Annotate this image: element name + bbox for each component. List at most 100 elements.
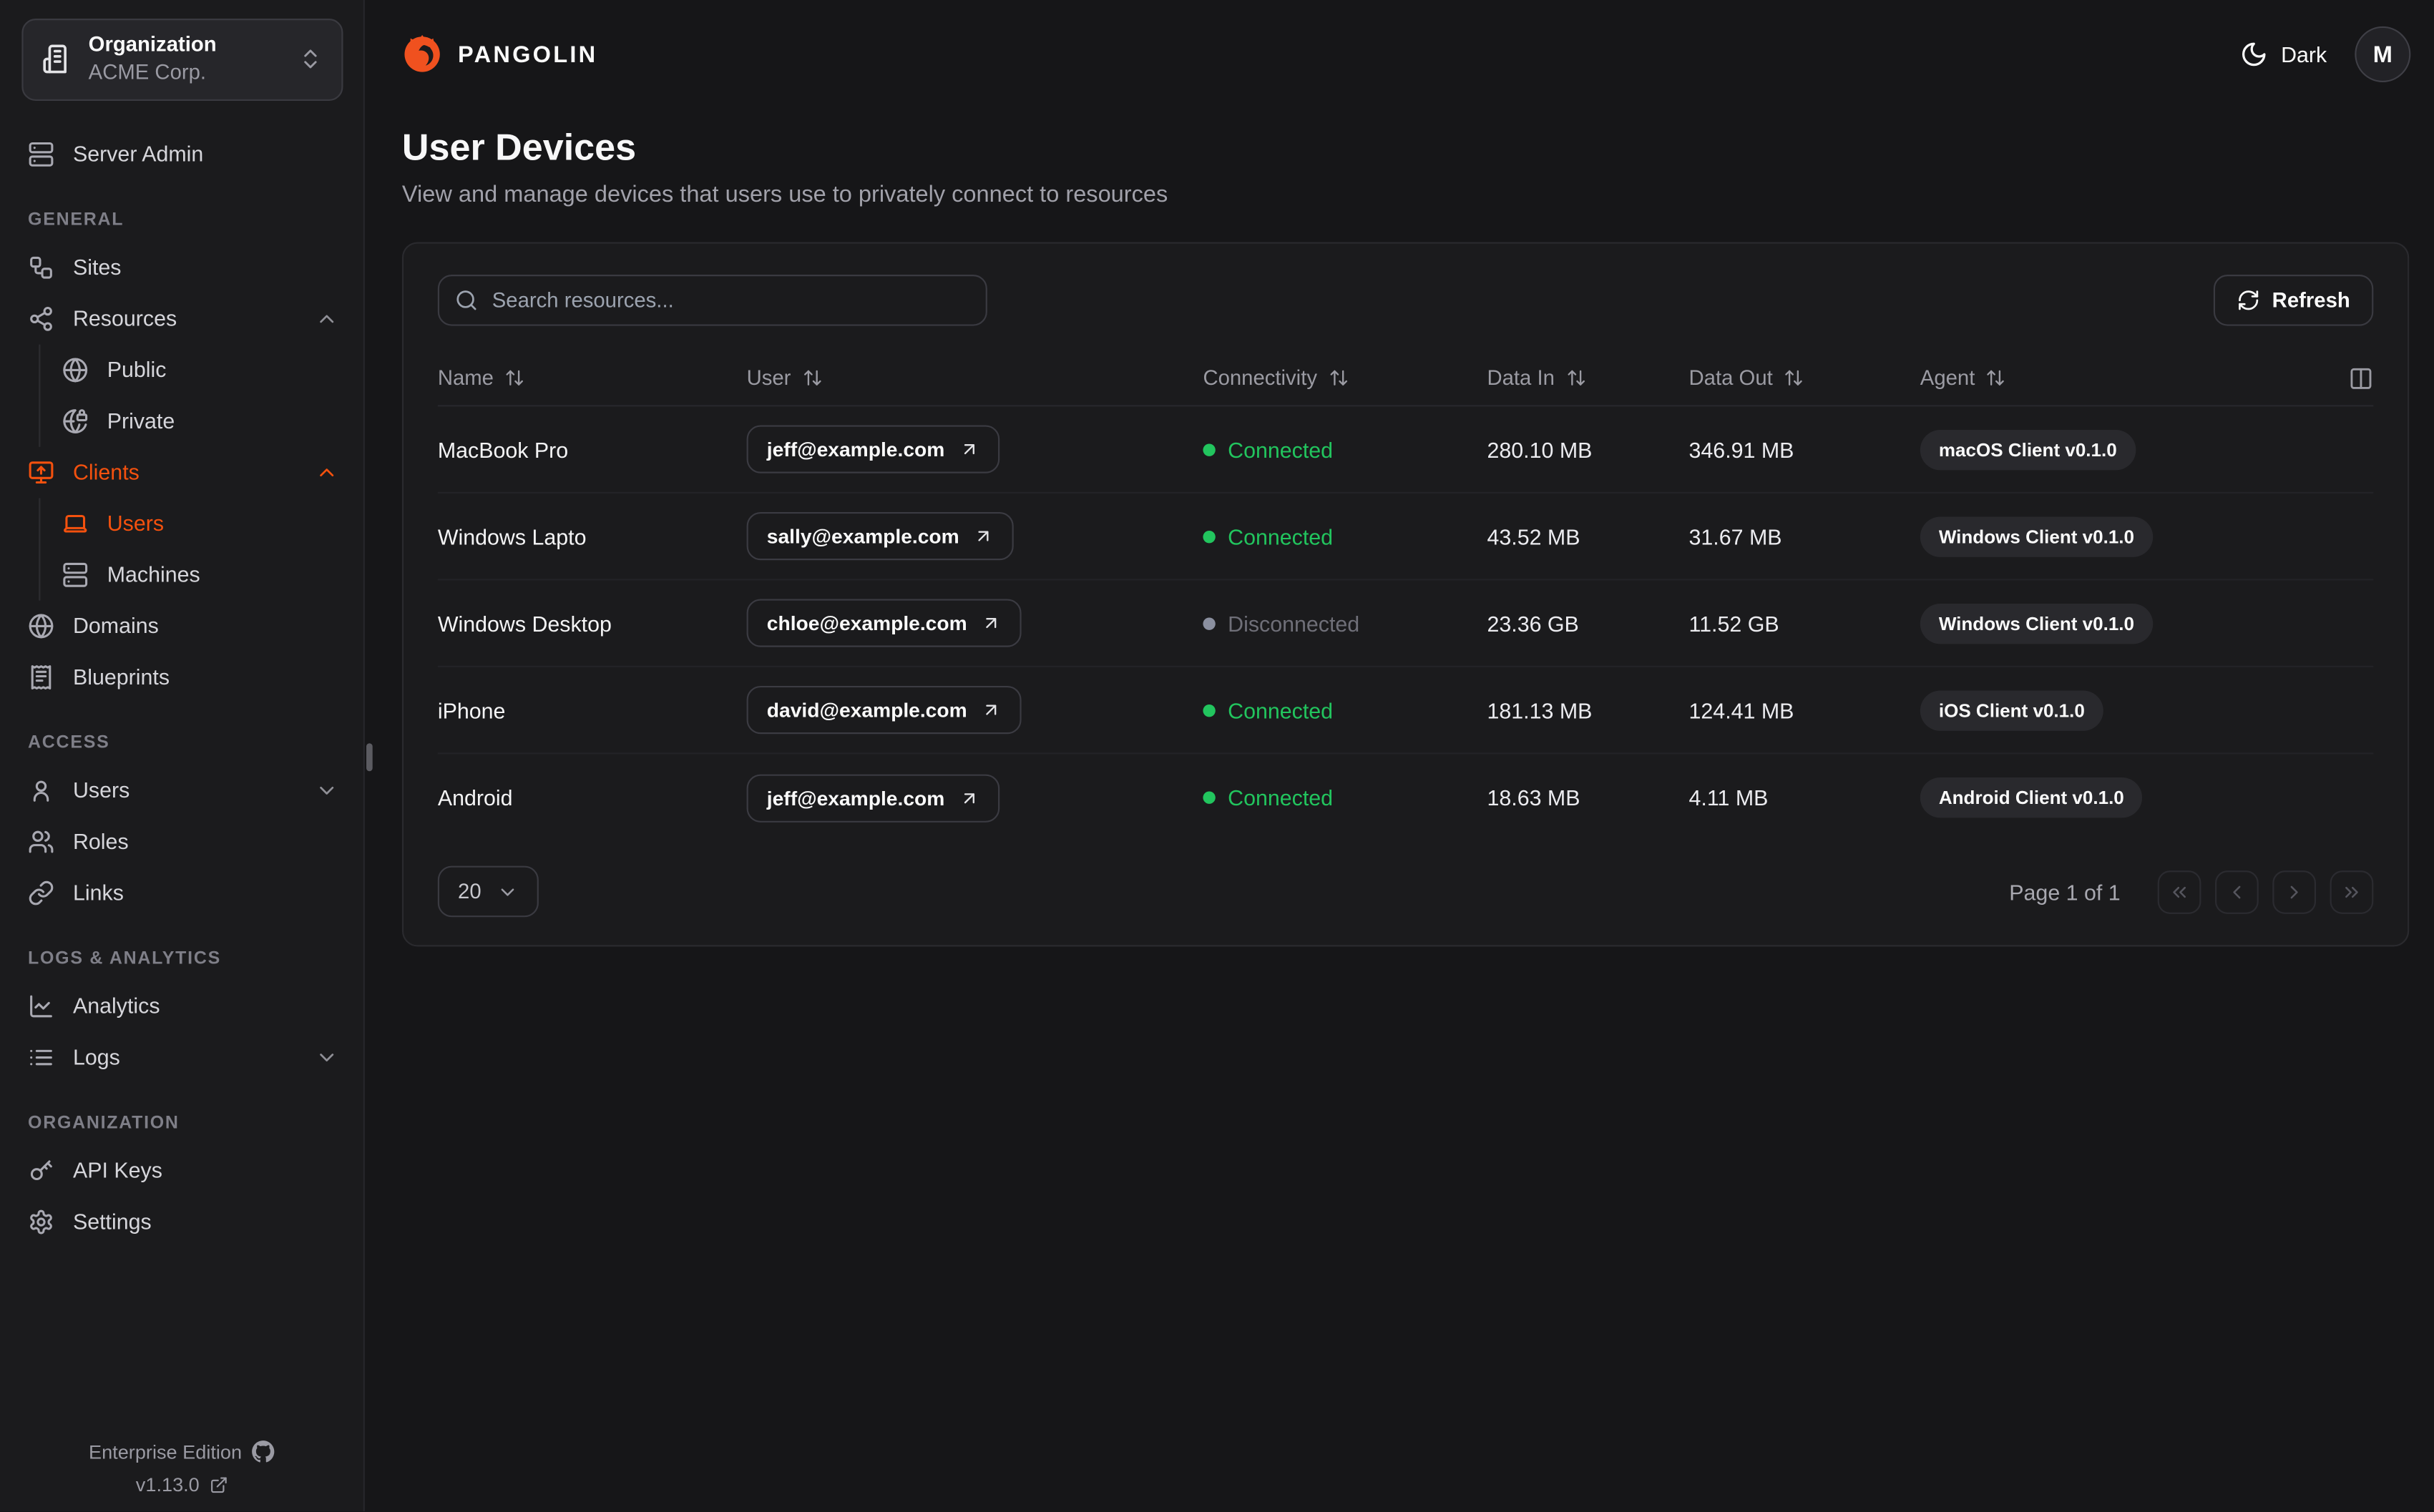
building-icon <box>42 44 73 75</box>
connectivity-status: Disconnected <box>1203 611 1487 635</box>
status-dot-icon <box>1203 443 1216 456</box>
column-visibility-button[interactable] <box>2349 365 2374 391</box>
sidebar-section-heading: GENERAL <box>28 210 124 230</box>
data-in-value: 43.52 MB <box>1487 524 1580 549</box>
logs-icon <box>28 1044 54 1071</box>
sidebar-item-roles[interactable]: Roles <box>0 816 363 868</box>
sidebar-item-label: Roles <box>72 829 129 854</box>
user-link[interactable]: sally@example.com <box>746 511 1014 561</box>
first-page-button[interactable] <box>2157 870 2201 913</box>
app-window: Organization ACME Corp. Server Admin GENE… <box>0 0 2434 1512</box>
sidebar-item-api-keys[interactable]: API Keys <box>0 1145 363 1197</box>
refresh-button[interactable]: Refresh <box>2213 275 2374 326</box>
devices-table: Name User Connectivity Data In Data Out Agent… <box>437 350 2374 841</box>
user-email: jeff@example.com <box>766 437 945 461</box>
sidebar-section-heading: ACCESS <box>28 733 110 752</box>
topbar: PANGOLIN Dark M <box>365 0 2434 109</box>
chevron-left-icon <box>2226 880 2247 902</box>
user-link[interactable]: jeff@example.com <box>746 425 999 473</box>
sidebar-subgroup: Users Machines <box>39 497 363 601</box>
device-name: iPhone <box>437 697 506 722</box>
column-header-label: Data In <box>1487 366 1555 390</box>
arrow-up-right-icon <box>981 613 1001 633</box>
page-size-select[interactable]: 20 <box>437 865 539 918</box>
sidebar-subgroup: Public Private <box>39 344 363 447</box>
version-label: v1.13.0 <box>135 1474 200 1496</box>
last-page-button[interactable] <box>2330 870 2374 913</box>
sidebar-item-users[interactable]: Users <box>40 498 363 549</box>
next-page-button[interactable] <box>2272 870 2317 913</box>
column-header-data_in[interactable]: Data In <box>1487 366 1688 390</box>
previous-page-button[interactable] <box>2215 870 2259 913</box>
page-size-value: 20 <box>458 880 482 903</box>
sidebar-item-machines[interactable]: Machines <box>40 549 363 600</box>
sidebar-section: ORGANIZATION API Keys Settings <box>0 1108 363 1247</box>
column-header-name[interactable]: Name <box>438 366 747 390</box>
github-icon[interactable] <box>251 1440 275 1463</box>
status-dot-icon <box>1203 529 1216 543</box>
sidebar-item-private[interactable]: Private <box>40 396 363 447</box>
chevron-down-icon <box>315 1046 338 1069</box>
column-header-connectivity[interactable]: Connectivity <box>1203 366 1487 390</box>
pagination: 20 Page 1 of 1 <box>437 865 2374 918</box>
data-out-value: 31.67 MB <box>1688 524 1782 549</box>
column-header-data_out[interactable]: Data Out <box>1689 366 1920 390</box>
edition-label: Enterprise Edition <box>89 1440 243 1463</box>
sidebar-section: GENERAL Sites Resources Public Private Client… <box>0 205 363 702</box>
chevron-down-icon <box>315 779 338 802</box>
org-switcher[interactable]: Organization ACME Corp. <box>21 19 343 101</box>
globe-icon <box>28 612 54 639</box>
pangolin-logo-icon <box>402 34 442 74</box>
sidebar-item-sites[interactable]: Sites <box>0 242 363 293</box>
sidebar-item-public[interactable]: Public <box>40 344 363 396</box>
sidebar-item-links[interactable]: Links <box>0 867 363 918</box>
sidebar-item-server-admin[interactable]: Server Admin <box>0 129 363 180</box>
status-label: Connected <box>1228 524 1334 549</box>
sidebar-item-domains[interactable]: Domains <box>0 600 363 652</box>
sidebar-item-blueprints[interactable]: Blueprints <box>0 652 363 703</box>
columns-icon <box>2349 365 2374 391</box>
globe-lock-icon <box>62 408 89 434</box>
sort-icon <box>504 368 524 388</box>
chevrons-up-down-icon <box>298 47 323 72</box>
page-subtitle: View and manage devices that users use t… <box>401 181 1168 208</box>
brand-name: PANGOLIN <box>458 41 598 68</box>
column-header-user[interactable]: User <box>747 366 1203 390</box>
sidebar-item-label: Resources <box>72 305 177 331</box>
sidebar-item-clients[interactable]: Clients <box>0 446 363 498</box>
sidebar-item-logs[interactable]: Logs <box>0 1031 363 1083</box>
data-out-value: 11.52 GB <box>1688 610 1779 636</box>
sort-icon <box>1565 368 1585 388</box>
user-link[interactable]: jeff@example.com <box>746 773 999 822</box>
brand[interactable]: PANGOLIN <box>402 34 598 74</box>
sidebar-item-label: Settings <box>72 1209 152 1234</box>
user-link[interactable]: david@example.com <box>746 685 1022 735</box>
theme-toggle[interactable]: Dark <box>2241 40 2327 68</box>
device-name: Android <box>437 785 513 810</box>
org-switcher-value: ACME Corp. <box>88 60 207 84</box>
table-row: Windows Desktop chloe@example.com Disconne… <box>437 580 2374 667</box>
sidebar-item-label: Public <box>107 357 167 383</box>
sidebar-item-resources[interactable]: Resources <box>0 293 363 345</box>
page-title: User Devices <box>401 127 637 170</box>
sidebar-item-label: Server Admin <box>72 141 204 167</box>
sidebar-footer: Enterprise Edition v1.13.0 <box>0 1429 363 1496</box>
device-name: MacBook Pro <box>437 436 569 462</box>
analytics-icon <box>28 993 54 1019</box>
sidebar-item-settings[interactable]: Settings <box>0 1196 363 1247</box>
card-toolbar: Refresh <box>437 275 2374 326</box>
external-link-icon[interactable] <box>209 1476 228 1494</box>
sidebar-item-analytics[interactable]: Analytics <box>0 981 363 1032</box>
column-header-agent[interactable]: Agent <box>1920 366 2308 390</box>
user-link[interactable]: chloe@example.com <box>746 599 1022 647</box>
chevron-up-icon <box>315 307 338 330</box>
sidebar-scrollbar-thumb[interactable] <box>366 743 373 772</box>
globe-icon <box>62 356 89 383</box>
search-input[interactable] <box>437 275 987 326</box>
sidebar-item-label: Clients <box>72 459 140 485</box>
data-in-value: 181.13 MB <box>1487 697 1593 722</box>
user-avatar[interactable]: M <box>2355 26 2411 82</box>
data-out-value: 124.41 MB <box>1688 697 1794 722</box>
sidebar-item-users[interactable]: Users <box>0 765 363 816</box>
sidebar-item-label: Machines <box>107 561 200 587</box>
